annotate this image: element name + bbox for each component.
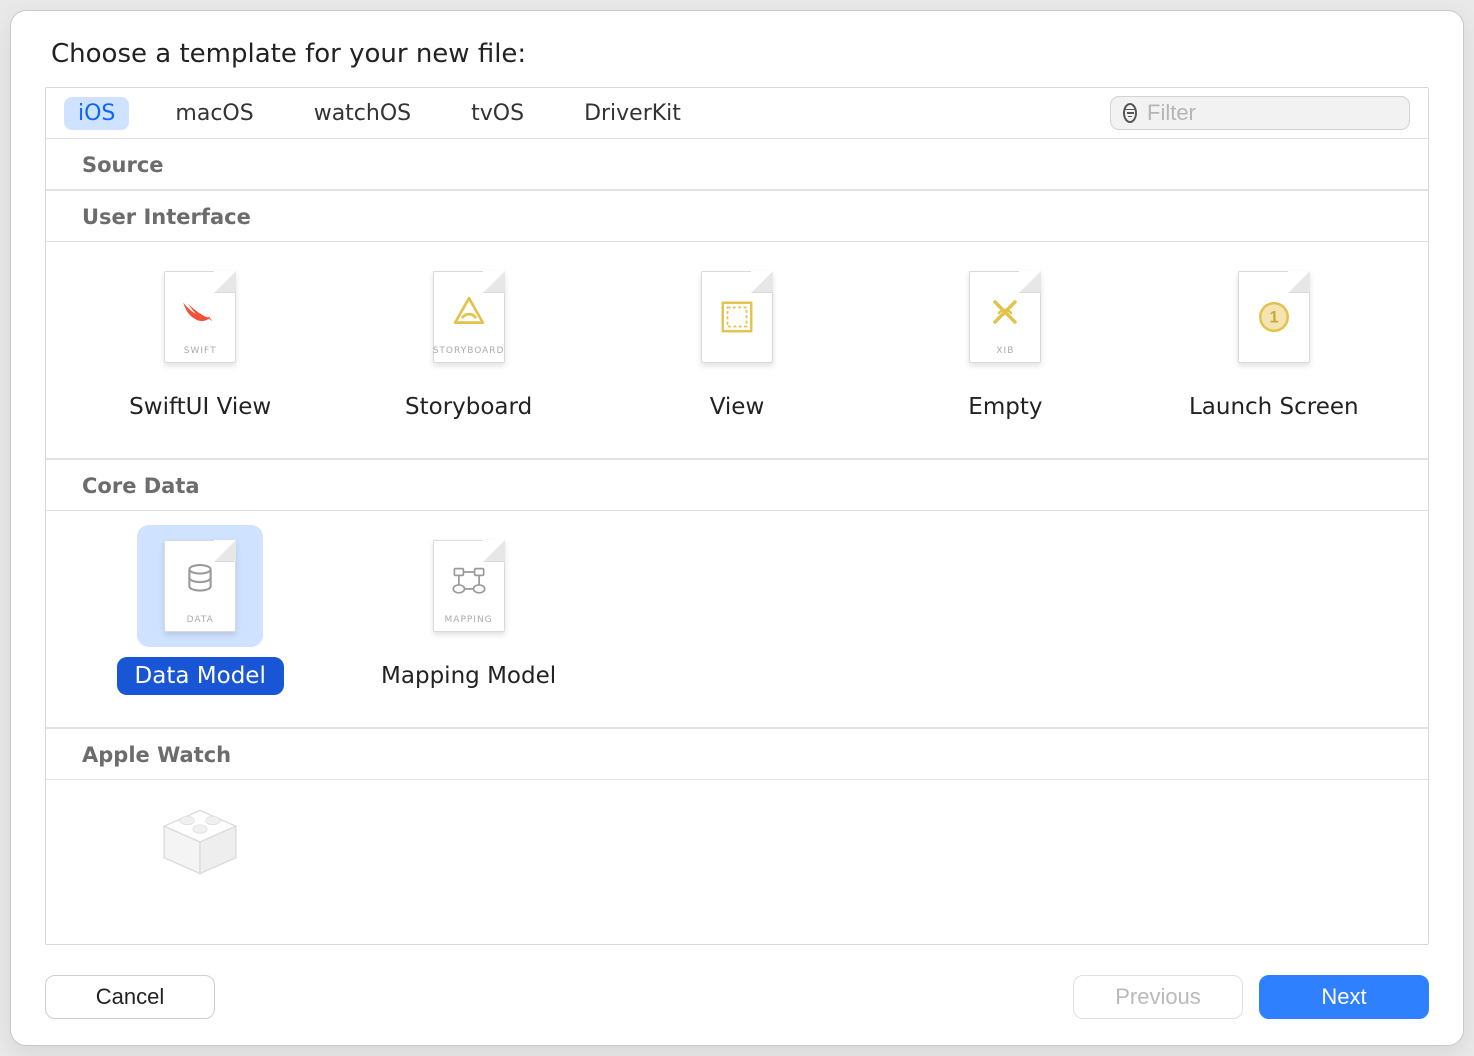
template-view[interactable]: View: [603, 260, 871, 426]
template-swiftui-view-label: SwiftUI View: [111, 388, 289, 426]
storyboard-file-icon: STORYBOARD: [433, 271, 505, 363]
template-empty-label: Empty: [950, 388, 1060, 426]
tab-macos[interactable]: macOS: [161, 97, 267, 130]
mapping-model-file-caption: MAPPING: [445, 615, 493, 625]
previous-button: Previous: [1073, 975, 1243, 1019]
template-mapping-model[interactable]: MAPPING Mapping Model: [334, 529, 602, 695]
svg-text:1: 1: [1269, 309, 1278, 327]
swift-file-icon: SWIFT: [164, 271, 236, 363]
tab-driverkit[interactable]: DriverKit: [570, 97, 695, 130]
template-empty[interactable]: XIB Empty: [871, 260, 1139, 426]
tab-watchos[interactable]: watchOS: [300, 97, 425, 130]
package-box-icon: [157, 807, 243, 877]
launch-screen-file-icon: 1: [1238, 271, 1310, 363]
mapping-model-file-icon: MAPPING: [433, 540, 505, 632]
dialog-footer: Cancel Previous Next: [45, 975, 1429, 1019]
template-launch-screen[interactable]: 1 Launch Screen: [1140, 260, 1408, 426]
template-scroll[interactable]: Source User Interface SW: [46, 139, 1428, 944]
template-launch-screen-label: Launch Screen: [1171, 388, 1377, 426]
swift-file-caption: SWIFT: [184, 346, 217, 356]
content-pane: iOS macOS watchOS tvOS DriverKit Source …: [45, 87, 1429, 945]
xib-file-caption: XIB: [996, 346, 1014, 356]
template-swiftui-view[interactable]: SWIFT SwiftUI View: [66, 260, 334, 426]
next-button[interactable]: Next: [1259, 975, 1429, 1019]
cancel-button[interactable]: Cancel: [45, 975, 215, 1019]
view-file-icon: [701, 271, 773, 363]
platform-tabbar: iOS macOS watchOS tvOS DriverKit: [46, 88, 1428, 139]
template-mapping-model-label: Mapping Model: [363, 657, 574, 695]
xib-file-icon: XIB: [969, 271, 1041, 363]
section-header-core-data: Core Data: [46, 459, 1428, 511]
template-storyboard-label: Storyboard: [387, 388, 550, 426]
template-storyboard[interactable]: STORYBOARD Storyboard: [334, 260, 602, 426]
template-data-model[interactable]: DATA Data Model: [66, 529, 334, 695]
filter-input[interactable]: [1147, 100, 1429, 126]
tab-ios[interactable]: iOS: [64, 97, 129, 130]
dialog-title: Choose a template for your new file:: [51, 39, 1429, 69]
grid-apple-watch: [46, 780, 1428, 910]
grid-user-interface: SWIFT SwiftUI View: [46, 242, 1428, 459]
grid-core-data: DATA Data Model: [46, 511, 1428, 728]
data-model-file-caption: DATA: [187, 615, 214, 625]
platform-tabs: iOS macOS watchOS tvOS DriverKit: [64, 97, 695, 130]
tab-tvos[interactable]: tvOS: [457, 97, 538, 130]
filter-icon: [1123, 103, 1137, 123]
filter-field-wrap[interactable]: [1110, 96, 1410, 130]
section-header-source: Source: [46, 139, 1428, 190]
template-view-label: View: [692, 388, 783, 426]
template-apple-watch-item[interactable]: [66, 798, 334, 900]
section-header-apple-watch: Apple Watch: [46, 728, 1428, 780]
section-header-user-interface: User Interface: [46, 190, 1428, 242]
storyboard-file-caption: STORYBOARD: [433, 346, 505, 356]
new-file-template-sheet: Choose a template for your new file: iOS…: [10, 10, 1464, 1046]
template-data-model-label: Data Model: [117, 657, 284, 695]
data-model-file-icon: DATA: [164, 540, 236, 632]
